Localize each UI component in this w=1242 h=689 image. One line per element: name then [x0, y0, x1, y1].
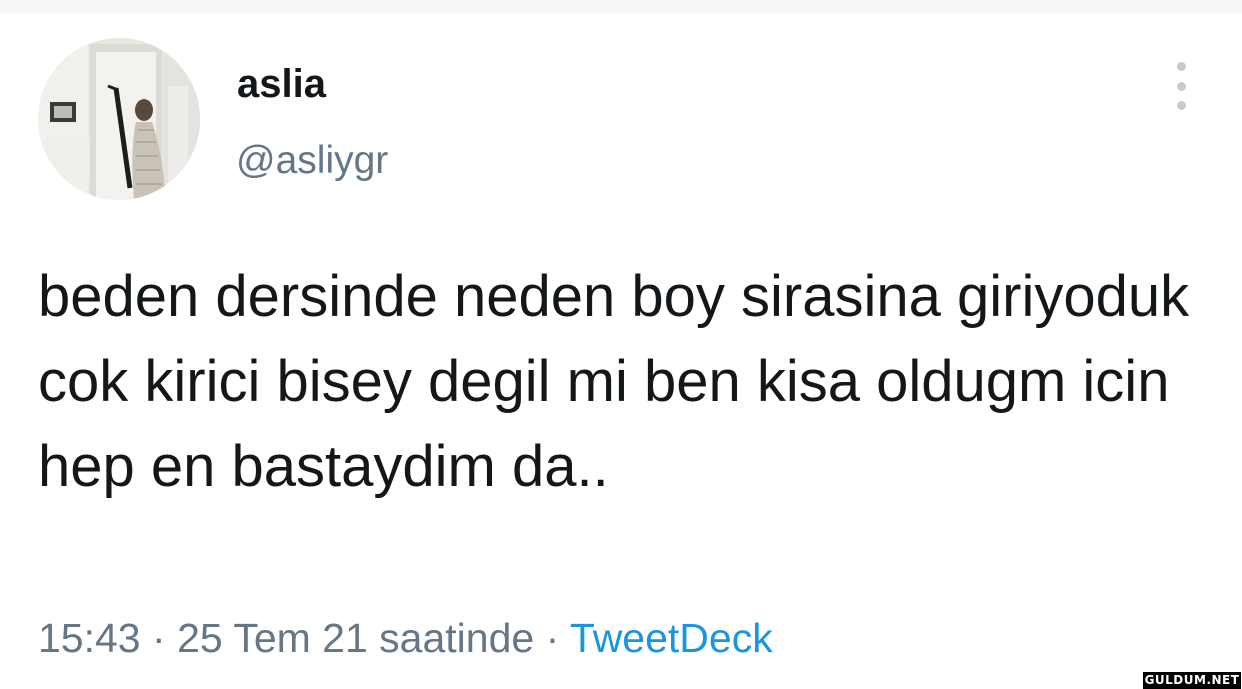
user-handle[interactable]: @asliygr: [236, 138, 388, 184]
more-vertical-icon: [1176, 62, 1186, 71]
meta-separator: ·: [152, 615, 166, 661]
tweet-time[interactable]: 15:43: [38, 615, 141, 661]
tweet-meta: 15:43 · 25 Tem 21 saatinde · TweetDeck: [38, 612, 773, 664]
more-vertical-icon-dot: [1176, 101, 1186, 110]
more-options-button[interactable]: [1166, 62, 1196, 110]
top-divider: [0, 0, 1242, 14]
meta-separator-2: ·: [545, 615, 560, 661]
watermark: GULDUM.NET: [1143, 672, 1241, 689]
profile-photo-image: [38, 38, 200, 200]
tweet-text: beden dersinde neden boy sirasina giriyo…: [38, 264, 1190, 499]
display-name[interactable]: aslia: [237, 60, 326, 108]
tweet-date[interactable]: 25 Tem 21 saatinde: [177, 615, 534, 661]
more-vertical-icon-dot: [1176, 81, 1186, 91]
avatar[interactable]: [38, 38, 200, 200]
tweet-card: aslia @asliygr beden dersinde neden boy …: [0, 0, 1242, 689]
tweet-source-link[interactable]: TweetDeck: [570, 615, 773, 661]
